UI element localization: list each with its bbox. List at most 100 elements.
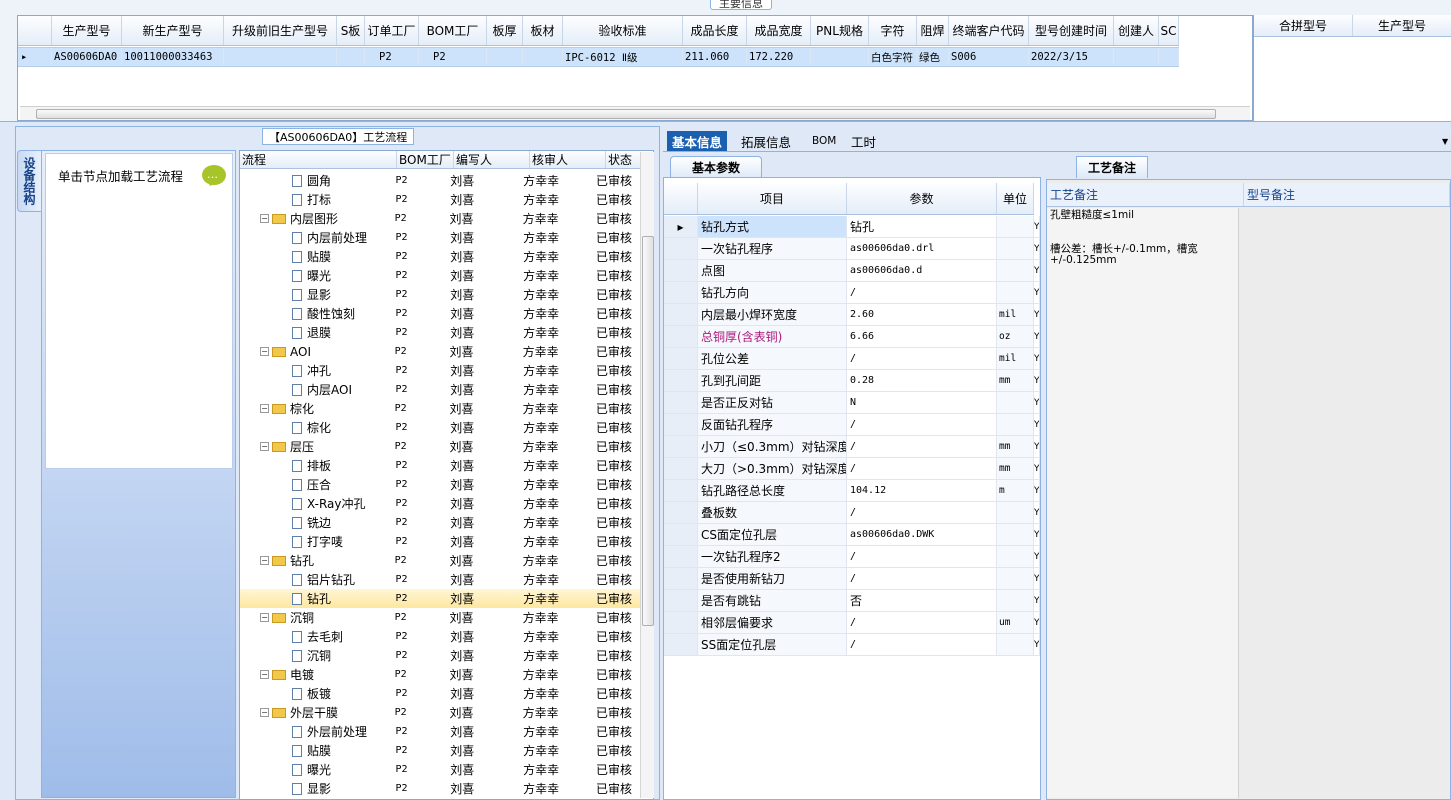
tree-node[interactable]: 钻孔 — [240, 589, 393, 608]
column-header[interactable]: 成品长度 — [683, 16, 747, 45]
grid-cell[interactable]: IPC-6012 Ⅱ级 — [563, 48, 683, 66]
tree-row[interactable]: 曝光 P2 刘喜 方幸幸 已审核 — [240, 266, 640, 285]
tree-row[interactable]: 退膜 P2 刘喜 方幸幸 已审核 — [240, 323, 640, 342]
column-header[interactable]: 型号创建时间 — [1029, 16, 1114, 45]
param-value[interactable]: as00606da0.drl — [847, 238, 997, 259]
param-row[interactable]: 一次钻孔程序 as00606da0.drl Y — [664, 238, 1040, 260]
grid-cell[interactable]: 10011000033463 — [122, 48, 224, 66]
tree-node[interactable]: 显影 — [240, 779, 393, 798]
tree-row[interactable]: 外层前处理 P2 刘喜 方幸幸 已审核 — [240, 722, 640, 741]
param-row[interactable]: 总铜厚(含表铜) 6.66 oz Y — [664, 326, 1040, 348]
tree-row[interactable]: − 棕化 P2 刘喜 方幸幸 已审核 — [240, 399, 640, 418]
param-value[interactable]: / — [847, 612, 997, 633]
param-row[interactable]: 大刀（>0.3mm）对钻深度 / mm Y — [664, 458, 1040, 480]
params-column-header[interactable]: 参数 — [847, 183, 997, 214]
collapse-toggle-icon[interactable]: − — [260, 613, 269, 622]
param-row[interactable]: SS面定位孔层 / Y — [664, 634, 1040, 656]
param-row[interactable]: 点图 as00606da0.d Y — [664, 260, 1040, 282]
param-row[interactable]: 内层最小焊环宽度 2.60 mil Y — [664, 304, 1040, 326]
tree-node[interactable]: − AOI — [240, 342, 392, 361]
param-value[interactable]: / — [847, 546, 997, 567]
tree-row[interactable]: − 电镀 P2 刘喜 方幸幸 已审核 — [240, 665, 640, 684]
param-row[interactable]: 小刀（≤0.3mm）对钻深度 / mm Y — [664, 436, 1040, 458]
tree-node[interactable]: 沉铜 — [240, 646, 393, 665]
tree-node[interactable]: X-Ray冲孔 — [240, 494, 393, 513]
tree-row[interactable]: − 钻孔 P2 刘喜 方幸幸 已审核 — [240, 551, 640, 570]
tree-row[interactable]: 曝光 P2 刘喜 方幸幸 已审核 — [240, 760, 640, 779]
param-row[interactable]: 钻孔方向 / Y — [664, 282, 1040, 304]
tree-row[interactable]: 打字唛 P2 刘喜 方幸幸 已审核 — [240, 532, 640, 551]
param-row[interactable]: 孔到孔间距 0.28 mm Y — [664, 370, 1040, 392]
tab-bom[interactable]: BOM — [807, 131, 841, 151]
param-row[interactable]: 是否有跳钻否 Y — [664, 590, 1040, 612]
tree-node[interactable]: 打字唛 — [240, 532, 393, 551]
params-column-header[interactable]: 项目 — [698, 183, 847, 214]
tree-row[interactable]: 板镀 P2 刘喜 方幸幸 已审核 — [240, 684, 640, 703]
param-row[interactable]: 是否使用新钻刀 / Y — [664, 568, 1040, 590]
column-header[interactable]: SC — [1159, 16, 1179, 45]
grid-cell[interactable] — [523, 48, 563, 66]
grid-cell[interactable]: P2 — [365, 48, 419, 66]
basic-params-grid[interactable]: 项目 参数 单位 ▸ 钻孔方式 钻孔 Y 一次钻孔程序 as00606da0.drl Y 点图 as… — [663, 177, 1041, 800]
param-value[interactable]: / — [847, 348, 997, 369]
tree-node[interactable]: − 层压 — [240, 437, 392, 456]
tree-row[interactable]: 去毛刺 P2 刘喜 方幸幸 已审核 — [240, 627, 640, 646]
tree-row[interactable]: − 内层图形 P2 刘喜 方幸幸 已审核 — [240, 209, 640, 228]
grid-cell[interactable] — [487, 48, 523, 66]
tree-row[interactable]: 内层AOI P2 刘喜 方幸幸 已审核 — [240, 380, 640, 399]
tree-row[interactable]: 压合 P2 刘喜 方幸幸 已审核 — [240, 475, 640, 494]
tree-row[interactable]: 铝片钻孔 P2 刘喜 方幸幸 已审核 — [240, 570, 640, 589]
column-header[interactable]: 新生产型号 — [122, 16, 224, 45]
tree-node[interactable]: 显影 — [240, 285, 393, 304]
collapse-toggle-icon[interactable]: − — [260, 708, 269, 717]
tree-node[interactable]: 内层前处理 — [240, 228, 393, 247]
tree-node[interactable]: 排板 — [240, 456, 393, 475]
param-value[interactable]: 0.28 — [847, 370, 997, 391]
param-value[interactable]: / — [847, 458, 997, 479]
param-value[interactable]: / — [847, 282, 997, 303]
tree-node[interactable]: − 内层图形 — [240, 209, 392, 228]
collapse-toggle-icon[interactable]: − — [260, 670, 269, 679]
notes-column-header[interactable]: 工艺备注 — [1047, 183, 1244, 206]
model-note-text[interactable] — [1246, 208, 1450, 798]
tree-node[interactable]: − 电镀 — [240, 665, 392, 684]
param-value[interactable]: 104.12 — [847, 480, 997, 501]
grid-cell[interactable] — [1114, 48, 1159, 66]
param-row[interactable]: 孔位公差 / mil Y — [664, 348, 1040, 370]
column-header[interactable]: BOM工厂 — [419, 16, 487, 45]
collapse-toggle-icon[interactable]: − — [260, 404, 269, 413]
param-value[interactable]: as00606da0.DWK — [847, 524, 997, 545]
column-header[interactable]: 字符 — [869, 16, 917, 45]
column-header[interactable]: 升级前旧生产型号 — [224, 16, 337, 45]
equipment-structure-tab[interactable]: 设备结构 — [17, 150, 41, 212]
param-value[interactable]: N — [847, 392, 997, 413]
process-note-text[interactable]: 孔壁粗糙度≤1mil 槽公差：槽长+/-0.1mm，槽宽 +/-0.125mm — [1047, 208, 1239, 798]
param-row[interactable]: 相邻层偏要求 / um Y — [664, 612, 1040, 634]
tree-vertical-scrollbar[interactable] — [640, 152, 654, 798]
tree-node[interactable]: 铣边 — [240, 513, 393, 532]
tree-node[interactable]: 棕化 — [240, 418, 393, 437]
column-header[interactable]: 订单工厂 — [365, 16, 419, 45]
param-value[interactable]: / — [847, 634, 997, 655]
tree-node[interactable]: 贴膜 — [240, 247, 393, 266]
tree-column-header[interactable]: BOM工厂 — [397, 151, 454, 168]
grid-cell[interactable]: 白色字符 — [869, 48, 917, 66]
param-value[interactable]: as00606da0.d — [847, 260, 997, 281]
param-row[interactable]: ▸ 钻孔方式 钻孔 Y — [664, 216, 1040, 238]
tree-row[interactable]: X-Ray冲孔 P2 刘喜 方幸幸 已审核 — [240, 494, 640, 513]
grid-cell[interactable]: P2 — [419, 48, 487, 66]
tree-row[interactable]: 棕化 P2 刘喜 方幸幸 已审核 — [240, 418, 640, 437]
grid-cell[interactable] — [1159, 48, 1179, 66]
tree-node[interactable]: 板镀 — [240, 684, 393, 703]
tree-column-header[interactable]: 编写人 — [454, 151, 530, 168]
tree-row[interactable]: 钻孔 P2 刘喜 方幸幸 已审核 — [240, 589, 640, 608]
tree-row[interactable]: 内层前处理 P2 刘喜 方幸幸 已审核 — [240, 228, 640, 247]
column-header[interactable]: 生产型号 — [1353, 15, 1451, 36]
grid-cell[interactable]: 2022/3/15 — [1029, 48, 1114, 66]
tree-row[interactable]: − 外层干膜 P2 刘喜 方幸幸 已审核 — [240, 703, 640, 722]
grid-cell[interactable] — [811, 48, 869, 66]
tree-column-header[interactable]: 核审人 — [530, 151, 606, 168]
tree-row[interactable]: − AOI P2 刘喜 方幸幸 已审核 — [240, 342, 640, 361]
grid-cell[interactable]: 绿色 — [917, 48, 949, 66]
column-header[interactable]: PNL规格 — [811, 16, 869, 45]
